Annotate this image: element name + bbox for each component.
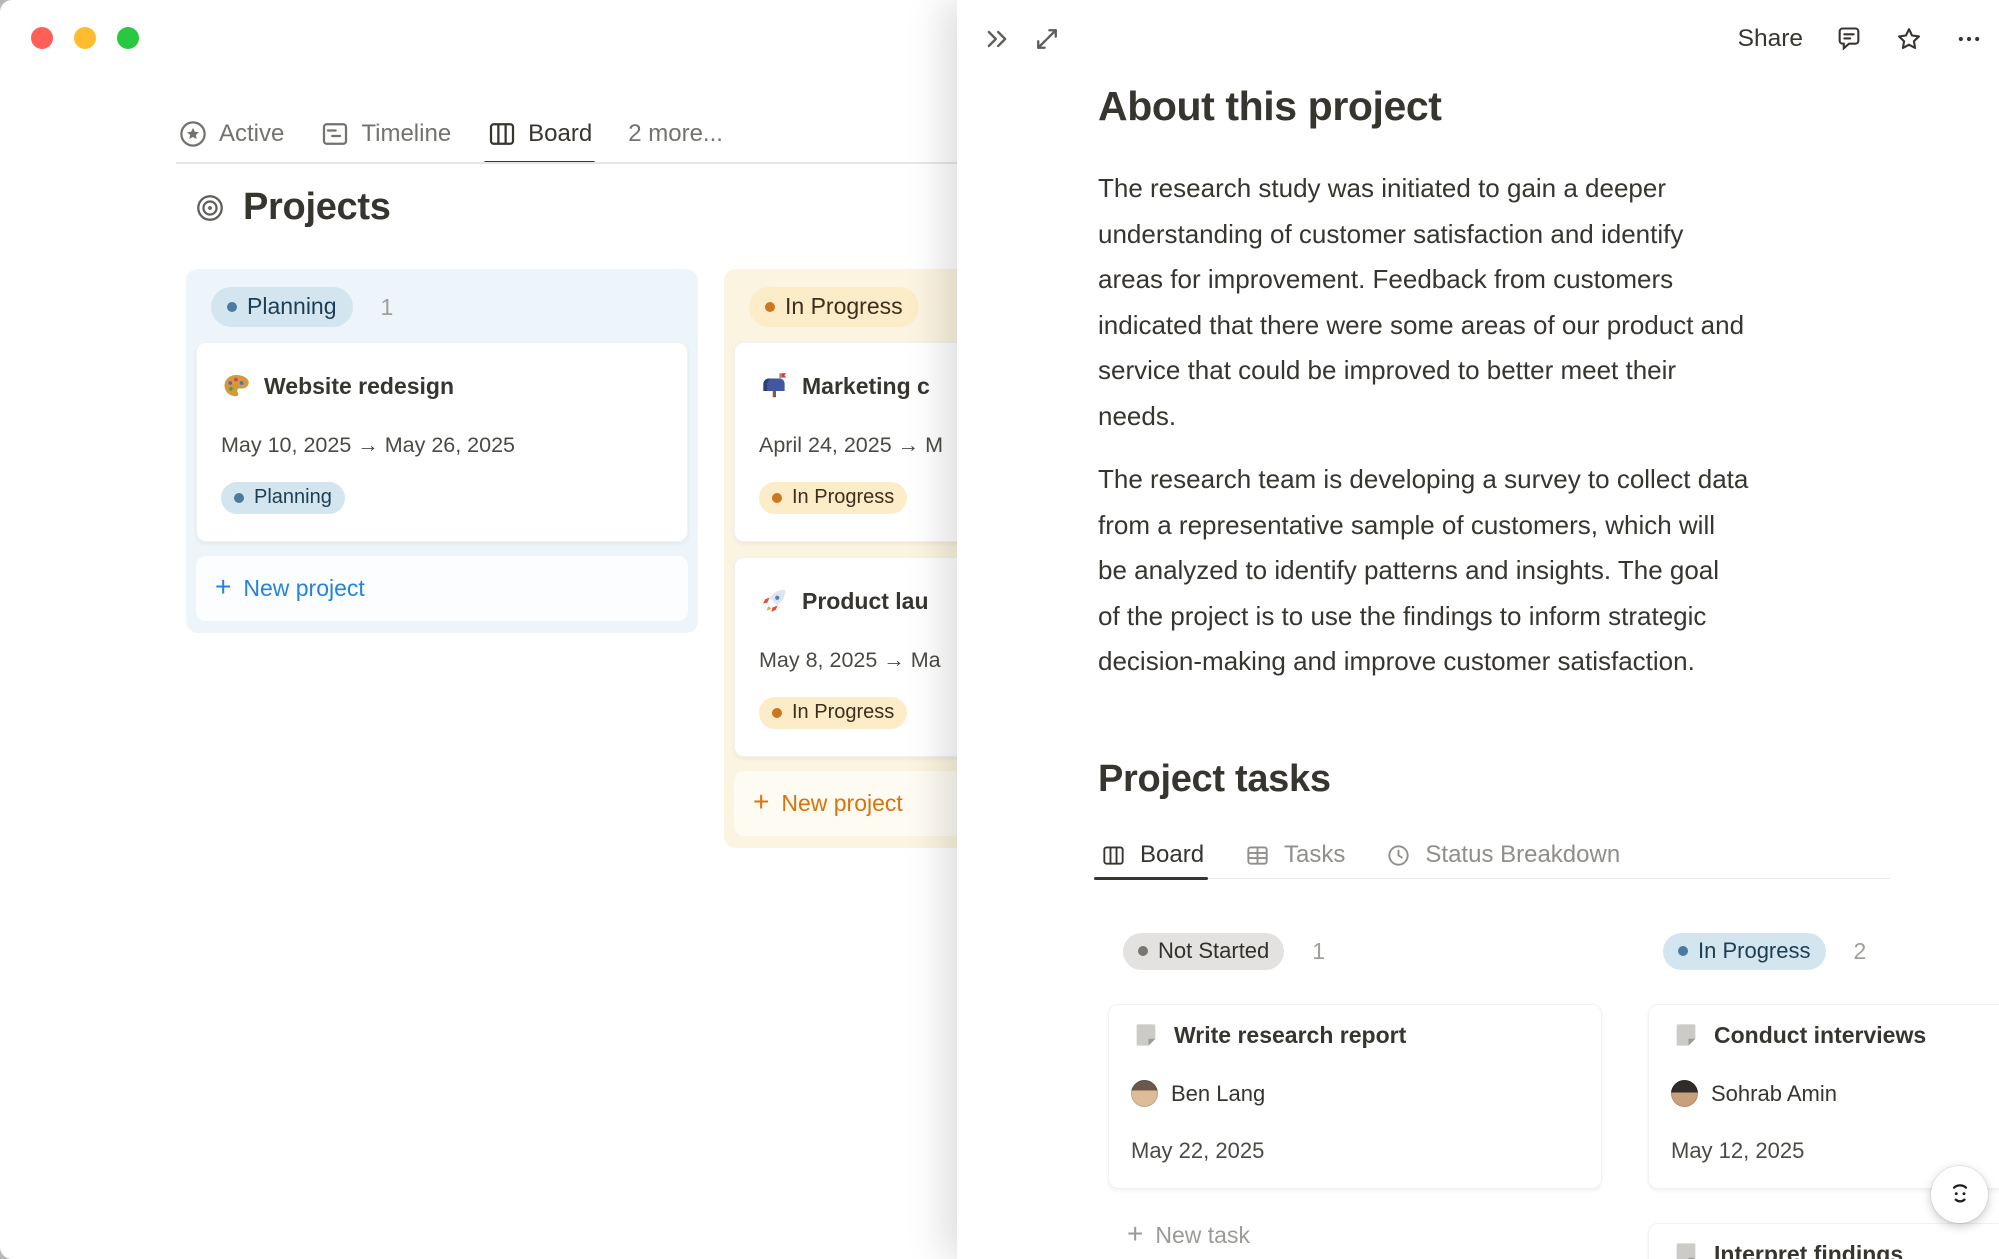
column-header: Planning 1 — [196, 285, 688, 327]
side-peek-panel: Share About this project The research st… — [957, 0, 1999, 1259]
section-heading-about: About this project — [1098, 78, 1910, 132]
tabs-divider — [176, 162, 982, 164]
card-status-tag: In Progress — [759, 482, 907, 514]
avatar — [1671, 1080, 1698, 1107]
card-title: Product lau — [802, 585, 929, 617]
timeline-icon — [320, 119, 350, 149]
card-date-range: May 10, 2025 → May 26, 2025 — [221, 431, 663, 459]
target-icon — [194, 192, 226, 224]
tab-status-breakdown[interactable]: Status Breakdown — [1383, 833, 1620, 878]
status-dot — [772, 708, 782, 718]
status-pill-in-progress[interactable]: In Progress — [749, 287, 919, 327]
collapse-panel-icon[interactable] — [983, 25, 1011, 53]
board-column-planning: Planning 1 Website redesign May 10, 2025… — [186, 269, 698, 633]
new-project-button[interactable]: + New project — [196, 556, 688, 621]
clock-icon — [1383, 840, 1413, 870]
project-card-website-redesign[interactable]: Website redesign May 10, 2025 → May 26, … — [196, 342, 688, 542]
card-status-tag: In Progress — [759, 697, 907, 729]
avatar — [1131, 1080, 1158, 1107]
status-pill-not-started[interactable]: Not Started — [1123, 933, 1284, 970]
status-dot — [1138, 946, 1148, 956]
card-title: Marketing c — [802, 370, 930, 402]
tab-label: Board — [528, 120, 592, 148]
tab-timeline-view[interactable]: Timeline — [320, 103, 451, 164]
document-icon — [1671, 1239, 1701, 1259]
assignee-row: Ben Lang — [1131, 1079, 1579, 1109]
column-count: 1 — [381, 294, 394, 321]
card-title: Conduct interviews — [1714, 1019, 1926, 1051]
table-icon — [1242, 840, 1272, 870]
notion-ai-button[interactable] — [1931, 1166, 1988, 1223]
page-body: About this project The research study wa… — [1098, 78, 1910, 1259]
mailbox-icon — [759, 371, 789, 401]
assignee-row: Sohrab Amin — [1671, 1079, 1999, 1109]
tasks-column-not-started: Not Started 1 Write research report — [1098, 913, 1612, 1259]
status-dot — [772, 493, 782, 503]
board-icon — [1098, 840, 1128, 870]
comments-icon[interactable] — [1835, 25, 1863, 53]
tab-active-view[interactable]: Active — [178, 103, 284, 164]
status-pill-in-progress[interactable]: In Progress — [1663, 933, 1826, 970]
new-task-button[interactable]: + New task — [1108, 1203, 1602, 1259]
rocket-icon — [759, 586, 789, 616]
plus-icon: + — [1127, 1220, 1143, 1248]
tab-tasks-table[interactable]: Tasks — [1242, 833, 1345, 878]
column-count: 2 — [1854, 938, 1867, 965]
page-title-row: Projects — [194, 186, 391, 229]
plus-icon: + — [753, 788, 769, 816]
status-dot — [227, 302, 237, 312]
assignee-name: Sohrab Amin — [1711, 1079, 1837, 1109]
screenshot-root: Active Timeline Board 2 more... — [0, 0, 1999, 1259]
status-dot — [234, 493, 244, 503]
status-dot — [765, 302, 775, 312]
document-icon — [1671, 1020, 1701, 1050]
view-tabs: Active Timeline Board 2 more... — [178, 103, 723, 164]
card-title: Write research report — [1174, 1019, 1406, 1051]
star-circle-icon — [178, 119, 208, 149]
tab-board-view[interactable]: Board — [487, 103, 592, 164]
palette-icon — [221, 371, 251, 401]
card-date: May 22, 2025 — [1131, 1136, 1579, 1166]
paragraph-block[interactable]: The research team is developing a survey… — [1098, 457, 1910, 685]
close-window-button[interactable] — [31, 27, 53, 49]
more-options-icon[interactable] — [1955, 25, 1983, 53]
column-header: Not Started 1 — [1108, 931, 1602, 970]
tasks-view-tabs: Board Tasks Status Breakdown — [1098, 833, 1890, 879]
page-title: Projects — [243, 186, 391, 229]
board-icon — [487, 119, 517, 149]
card-status-tag: Planning — [221, 482, 345, 514]
section-heading-tasks: Project tasks — [1098, 755, 1910, 803]
tab-label: 2 more... — [628, 120, 723, 148]
column-count: 1 — [1312, 938, 1325, 965]
status-pill-planning[interactable]: Planning — [211, 287, 353, 327]
card-title: Interpret findings — [1714, 1238, 1903, 1259]
ai-face-icon — [1944, 1179, 1976, 1211]
status-dot — [1678, 946, 1688, 956]
assignee-name: Ben Lang — [1171, 1079, 1265, 1109]
document-icon — [1131, 1020, 1161, 1050]
share-button[interactable]: Share — [1738, 25, 1803, 53]
minimize-window-button[interactable] — [74, 27, 96, 49]
task-card-conduct-interviews[interactable]: Conduct interviews Sohrab Amin May 12, 2… — [1648, 1004, 1999, 1189]
card-title: Website redesign — [264, 370, 454, 402]
paragraph-block[interactable]: The research study was initiated to gain… — [1098, 166, 1910, 439]
tab-label: Active — [219, 120, 284, 148]
task-card-write-research-report[interactable]: Write research report Ben Lang May 22, 2… — [1108, 1004, 1602, 1189]
column-header: In Progress 2 — [1648, 931, 1999, 970]
tab-more-views[interactable]: 2 more... — [628, 103, 723, 164]
tab-label: Timeline — [361, 120, 451, 148]
task-card-interpret-findings[interactable]: Interpret findings — [1648, 1223, 1999, 1259]
tab-tasks-board[interactable]: Board — [1098, 833, 1204, 878]
panel-toolbar: Share — [957, 0, 1999, 78]
tasks-board: Not Started 1 Write research report — [1098, 913, 1999, 1259]
app-window: Active Timeline Board 2 more... — [0, 0, 1999, 1259]
card-date: May 12, 2025 — [1671, 1136, 1999, 1166]
favorite-star-icon[interactable] — [1895, 25, 1923, 53]
plus-icon: + — [215, 573, 231, 601]
zoom-window-button[interactable] — [117, 27, 139, 49]
expand-page-icon[interactable] — [1033, 25, 1061, 53]
